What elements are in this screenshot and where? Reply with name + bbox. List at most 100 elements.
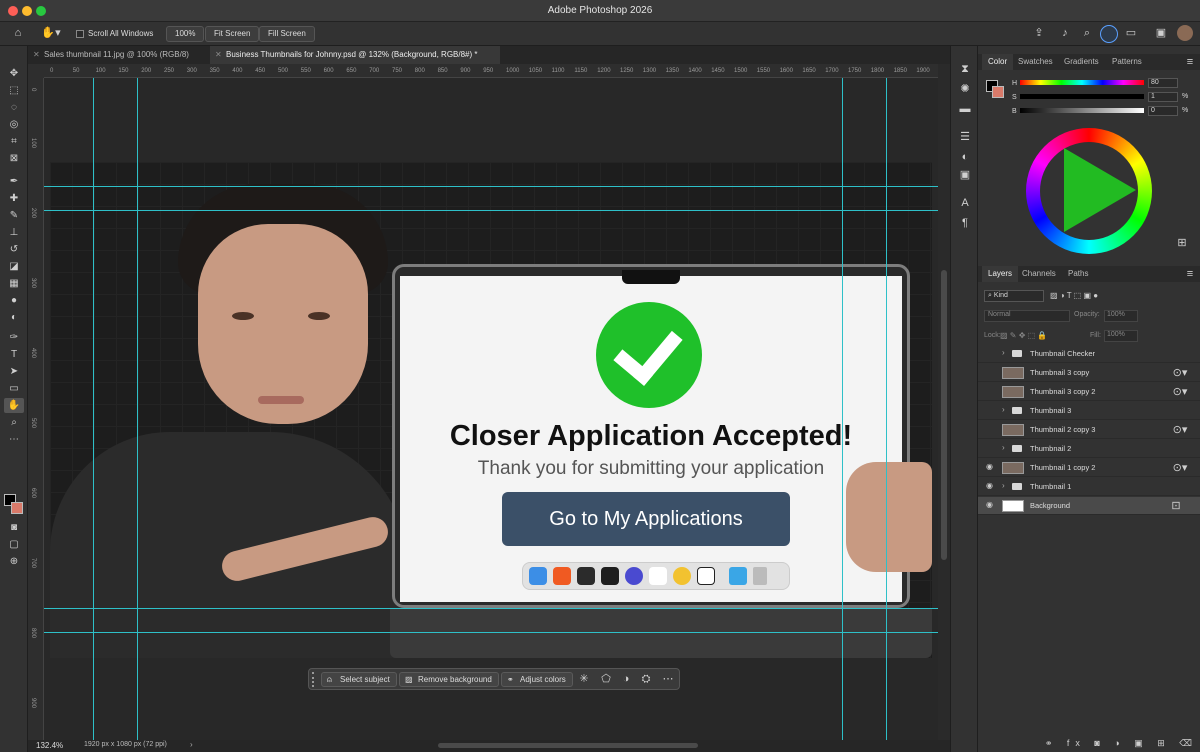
eyedropper-tool-icon[interactable]: ✒ — [4, 174, 24, 189]
canvas-area[interactable]: Closer Application Accepted! Thank you f… — [44, 78, 938, 740]
ruler-origin[interactable] — [28, 64, 44, 78]
layer-row[interactable]: ◉ › Thumbnail 1 — [978, 478, 1200, 496]
magic-wand-icon[interactable]: ✳ — [577, 672, 591, 686]
horizontal-ruler[interactable]: 0 50 100 150 200 250 300 350 400 450 500 550 600 650 7… — [44, 64, 938, 78]
guide-vertical[interactable] — [886, 78, 887, 740]
history-brush-tool-icon[interactable]: ↺ — [4, 242, 24, 257]
guide-horizontal[interactable] — [44, 632, 938, 633]
opacity-value[interactable]: 100% — [1104, 310, 1138, 322]
character-icon[interactable]: A — [958, 196, 972, 210]
tab-gradients[interactable]: Gradients — [1058, 54, 1105, 70]
path-selection-tool-icon[interactable]: ➤ — [4, 364, 24, 379]
type-tool-icon[interactable]: T — [4, 347, 24, 362]
layer-row[interactable]: › Thumbnail 3 — [978, 402, 1200, 420]
paragraph-icon[interactable]: ¶ — [958, 216, 972, 230]
panel-toggle-icon[interactable]: ▣ — [1154, 26, 1168, 40]
adjust-colors-button[interactable]: ⚭ Adjust colors — [501, 672, 573, 687]
more-tools-icon[interactable]: ⋯ — [4, 432, 24, 447]
fill-value[interactable]: 100% — [1104, 330, 1138, 342]
layer-row[interactable]: ◉ Background ⊡ — [978, 497, 1200, 515]
vertical-scrollbar[interactable] — [938, 64, 950, 740]
tab-patterns[interactable]: Patterns — [1106, 54, 1148, 70]
background-color-swatch[interactable] — [11, 502, 23, 514]
saturation-value[interactable]: 1 — [1148, 92, 1178, 102]
color-triangle[interactable] — [1064, 148, 1136, 232]
tab-business-thumbnails[interactable]: ✕ Business Thumbnails for Johnny.psd @ 13… — [210, 46, 500, 64]
workspace-icon[interactable]: ▭ — [1124, 26, 1138, 40]
close-tab-icon[interactable]: ✕ — [215, 46, 222, 64]
lock-icons[interactable]: ▨ ✎ ✥ ⬚ 🔒 — [1000, 329, 1080, 343]
chevron-right-icon[interactable]: › — [1002, 443, 1005, 452]
add-color-icon[interactable]: ⊞ — [1176, 236, 1188, 250]
brightness-slider[interactable] — [1020, 108, 1144, 113]
layer-actions-icons[interactable]: ⚭ fx ◙ ◑ ▣ ⊞ ⌫ — [1038, 736, 1198, 750]
actions-icon[interactable]: ✺ — [958, 82, 972, 96]
layer-row[interactable]: Thumbnail 3 copy 2 ⊙▾ — [978, 383, 1200, 401]
filter-kind-select[interactable]: ⌕ Kind — [984, 290, 1044, 302]
document-canvas[interactable]: Closer Application Accepted! Thank you f… — [50, 162, 932, 658]
guide-vertical[interactable] — [137, 78, 138, 740]
status-chevron-icon[interactable]: › — [190, 740, 193, 749]
hand-tool-icon[interactable]: ✋ — [4, 398, 24, 413]
horizontal-scrollbar[interactable] — [438, 743, 698, 748]
layers-menu-icon[interactable]: ≡ — [1184, 267, 1196, 281]
eye-icon[interactable]: ◉ — [986, 500, 996, 509]
healing-brush-tool-icon[interactable]: ✚ — [4, 191, 24, 206]
zoom-tool-icon[interactable]: ⌕ — [4, 415, 24, 430]
edit-toolbar-icon[interactable]: ⊕ — [4, 554, 24, 569]
avatar[interactable] — [1177, 25, 1193, 41]
adjustments-icon[interactable]: ◐ — [958, 150, 972, 164]
saturation-slider[interactable] — [1020, 94, 1144, 99]
guide-horizontal[interactable] — [44, 186, 938, 187]
tab-color[interactable]: Color — [982, 54, 1014, 70]
layer-filter-icons[interactable]: ▨ ◑ T ⬚ ▣ ● — [1050, 289, 1140, 303]
color-background-swatch[interactable] — [992, 86, 1004, 98]
layer-row[interactable]: ◉ Thumbnail 1 copy 2 ⊙▾ — [978, 459, 1200, 477]
scroll-all-windows-checkbox[interactable] — [76, 30, 84, 38]
guide-horizontal[interactable] — [44, 608, 938, 609]
object-selection-tool-icon[interactable]: ◎ — [4, 117, 24, 132]
color-wheel[interactable] — [1026, 128, 1152, 254]
chevron-right-icon[interactable]: › — [1002, 405, 1005, 414]
scrollbar-thumb[interactable] — [941, 270, 947, 560]
fill-screen-button[interactable]: Fill Screen — [259, 26, 315, 42]
history-icon[interactable]: ⧗ — [958, 62, 972, 76]
zoom-level[interactable]: 132.4% — [36, 741, 63, 750]
guide-horizontal[interactable] — [44, 210, 938, 211]
brightness-value[interactable]: 0 — [1148, 106, 1178, 116]
zoom-100-button[interactable]: 100% — [166, 26, 205, 42]
brush-tool-icon[interactable]: ✎ — [4, 208, 24, 223]
marquee-tool-icon[interactable]: ⬚ — [4, 83, 24, 98]
crop-tool-icon[interactable]: ⌗ — [4, 134, 24, 149]
tab-layers[interactable]: Layers — [982, 266, 1019, 282]
transform-icon[interactable]: ⬠ — [599, 672, 613, 686]
guide-vertical[interactable] — [842, 78, 843, 740]
move-tool-icon[interactable]: ✥ — [4, 66, 24, 81]
home-icon[interactable]: ⌂ — [10, 26, 26, 40]
search-icon[interactable]: ⌕ — [1080, 26, 1094, 40]
tab-channels[interactable]: Channels — [1016, 266, 1062, 282]
assistant-icon[interactable] — [1100, 25, 1118, 43]
guide-vertical[interactable] — [93, 78, 94, 740]
hue-value[interactable]: 80 — [1148, 78, 1178, 88]
gradient-tool-icon[interactable]: ▦ — [4, 276, 24, 291]
chevron-right-icon[interactable]: › — [1002, 481, 1005, 490]
tab-sales-thumbnail[interactable]: ✕ Sales thumbnail 11.jpg @ 100% (RGB/8) — [28, 46, 210, 64]
chevron-right-icon[interactable]: › — [1002, 348, 1005, 357]
pen-tool-icon[interactable]: ✑ — [4, 330, 24, 345]
more-options-icon[interactable]: ⋯ — [661, 672, 675, 686]
dodge-tool-icon[interactable]: ◐ — [4, 310, 24, 325]
vertical-ruler[interactable]: 0 100 200 300 400 500 600 700 800 900 — [28, 78, 44, 740]
drag-handle[interactable] — [312, 672, 316, 687]
panel-menu-icon[interactable]: ≡ — [1184, 55, 1196, 69]
hue-slider[interactable] — [1020, 80, 1144, 85]
close-tab-icon[interactable]: ✕ — [33, 46, 40, 64]
eraser-tool-icon[interactable]: ◪ — [4, 259, 24, 274]
select-subject-button[interactable]: ⍝ Select subject — [321, 672, 397, 687]
fit-screen-button[interactable]: Fit Screen — [205, 26, 260, 42]
image-adjust-icon[interactable]: ⛭ — [639, 672, 653, 686]
properties-icon[interactable]: ☰ — [958, 130, 972, 144]
layer-row[interactable]: Thumbnail 2 copy 3 ⊙▾ — [978, 421, 1200, 439]
libraries-icon[interactable]: ▣ — [958, 168, 972, 182]
frame-tool-icon[interactable]: ⊠ — [4, 151, 24, 166]
